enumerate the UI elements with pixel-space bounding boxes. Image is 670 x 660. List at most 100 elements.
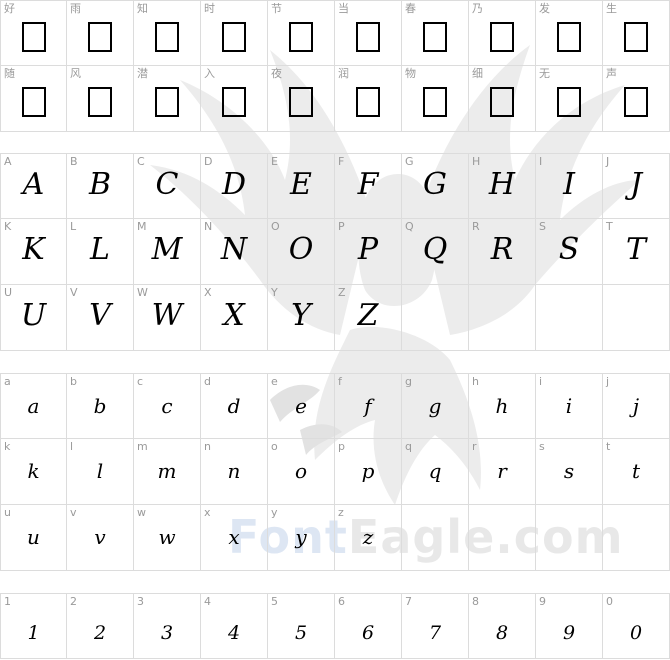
glyph-label: x [204, 506, 211, 519]
glyph-cell: rr [469, 439, 536, 505]
glyph-sample: i [565, 394, 573, 418]
glyph-cell: yy [268, 505, 335, 571]
missing-glyph-box [1, 82, 66, 118]
glyph-sample: Z [357, 298, 379, 333]
glyph-cell: 细 [469, 66, 536, 132]
glyph-label: a [4, 375, 11, 388]
glyph-label: 随 [4, 67, 15, 80]
glyph-cell: cc [134, 373, 201, 439]
glyph-cell: qq [402, 439, 469, 505]
lowercase-glyph-grid: aa bb cc dd ee ff gg hh ii jj kk ll mm n… [0, 373, 670, 571]
glyph-label: 雨 [70, 2, 81, 15]
glyph-label: j [606, 375, 610, 388]
glyph-label: 声 [606, 67, 617, 80]
glyph-cell: 生 [603, 0, 670, 66]
grid-row: AA BB CC DD EE FF GG HH II JJ [0, 153, 670, 219]
glyph-label: 2 [70, 595, 77, 608]
glyph-sample: g [428, 394, 442, 418]
glyph-sample: S [558, 232, 580, 267]
glyph-cell: 33 [134, 593, 201, 659]
glyph-sample: a [27, 394, 40, 418]
glyph-cell: 55 [268, 593, 335, 659]
glyph-label: d [204, 375, 211, 388]
glyph-label: c [137, 375, 144, 388]
glyph-label: 知 [137, 2, 148, 15]
glyph-cell: oo [268, 439, 335, 505]
glyph-label: 夜 [271, 67, 282, 80]
glyph-sample: 9 [562, 622, 576, 644]
glyph-cell: 11 [0, 593, 67, 659]
glyph-label: 物 [405, 67, 416, 80]
glyph-cell: 99 [536, 593, 603, 659]
glyph-cell: zz [335, 505, 402, 571]
glyph-sample: Q [422, 232, 448, 267]
missing-glyph-box [536, 17, 602, 53]
glyph-cell: dd [201, 373, 268, 439]
glyph-cell: RR [469, 219, 536, 285]
glyph-sample: 6 [361, 622, 375, 644]
glyph-label: v [70, 506, 77, 519]
glyph-sample: H [488, 167, 516, 202]
glyph-label: r [472, 440, 477, 453]
glyph-sample: G [423, 167, 447, 202]
glyph-sample: t [631, 459, 641, 483]
glyph-sample: x [228, 525, 240, 549]
glyph-label: n [204, 440, 211, 453]
glyph-sample: l [96, 459, 104, 483]
glyph-sample: n [227, 459, 241, 483]
glyph-label: z [338, 506, 344, 519]
glyph-label: 9 [539, 595, 546, 608]
glyph-cell: 润 [335, 66, 402, 132]
empty-cell [402, 285, 469, 351]
glyph-sample: D [221, 167, 247, 202]
glyph-cell: 发 [536, 0, 603, 66]
glyph-cell: UU [0, 285, 67, 351]
glyph-label: s [539, 440, 545, 453]
glyph-sample: F [357, 167, 379, 202]
glyph-cell: gg [402, 373, 469, 439]
glyph-label: 潜 [137, 67, 148, 80]
glyph-cell: 44 [201, 593, 268, 659]
glyph-sample: 0 [629, 622, 643, 644]
glyph-sample: Y [291, 298, 311, 333]
glyph-cell: KK [0, 219, 67, 285]
glyph-cell: AA [0, 153, 67, 219]
glyph-sample: z [362, 525, 374, 549]
glyph-cell: BB [67, 153, 134, 219]
glyph-sample: N [220, 232, 248, 267]
missing-glyph-box [268, 82, 334, 118]
glyph-cell: 风 [67, 66, 134, 132]
glyph-cell: SS [536, 219, 603, 285]
glyph-sample: B [88, 167, 112, 202]
glyph-label: 润 [338, 67, 349, 80]
glyph-sample: R [490, 232, 514, 267]
grid-row: 随 风 潜 入 夜 润 物 细 无 声 [0, 66, 670, 132]
glyph-label: l [70, 440, 74, 453]
digit-glyph-grid: 11 22 33 44 55 66 77 88 99 00 [0, 593, 670, 659]
empty-cell [536, 505, 603, 571]
cjk-glyph-grid: 好 雨 知 时 节 当 春 乃 发 生 随 风 潜 入 夜 润 物 细 无 声 [0, 0, 670, 132]
glyph-cell: 声 [603, 66, 670, 132]
glyph-label: e [271, 375, 278, 388]
empty-cell [402, 505, 469, 571]
glyph-cell: mm [134, 439, 201, 505]
glyph-sample: f [364, 394, 372, 418]
glyph-sample: U [20, 298, 47, 333]
glyph-label: f [338, 375, 342, 388]
missing-glyph-box [1, 17, 66, 53]
glyph-label: y [271, 506, 278, 519]
glyph-label: 细 [472, 67, 483, 80]
glyph-cell: DD [201, 153, 268, 219]
glyph-label: 时 [204, 2, 215, 15]
glyph-cell: EE [268, 153, 335, 219]
glyph-sample: 7 [428, 622, 442, 644]
glyph-sample: u [27, 525, 40, 549]
missing-glyph-box [603, 82, 669, 118]
glyph-sample: X [223, 298, 245, 333]
glyph-cell: XX [201, 285, 268, 351]
glyph-label: 8 [472, 595, 479, 608]
glyph-label: 7 [405, 595, 412, 608]
missing-glyph-box [469, 82, 535, 118]
glyph-sample: p [361, 459, 375, 483]
empty-cell [603, 505, 670, 571]
